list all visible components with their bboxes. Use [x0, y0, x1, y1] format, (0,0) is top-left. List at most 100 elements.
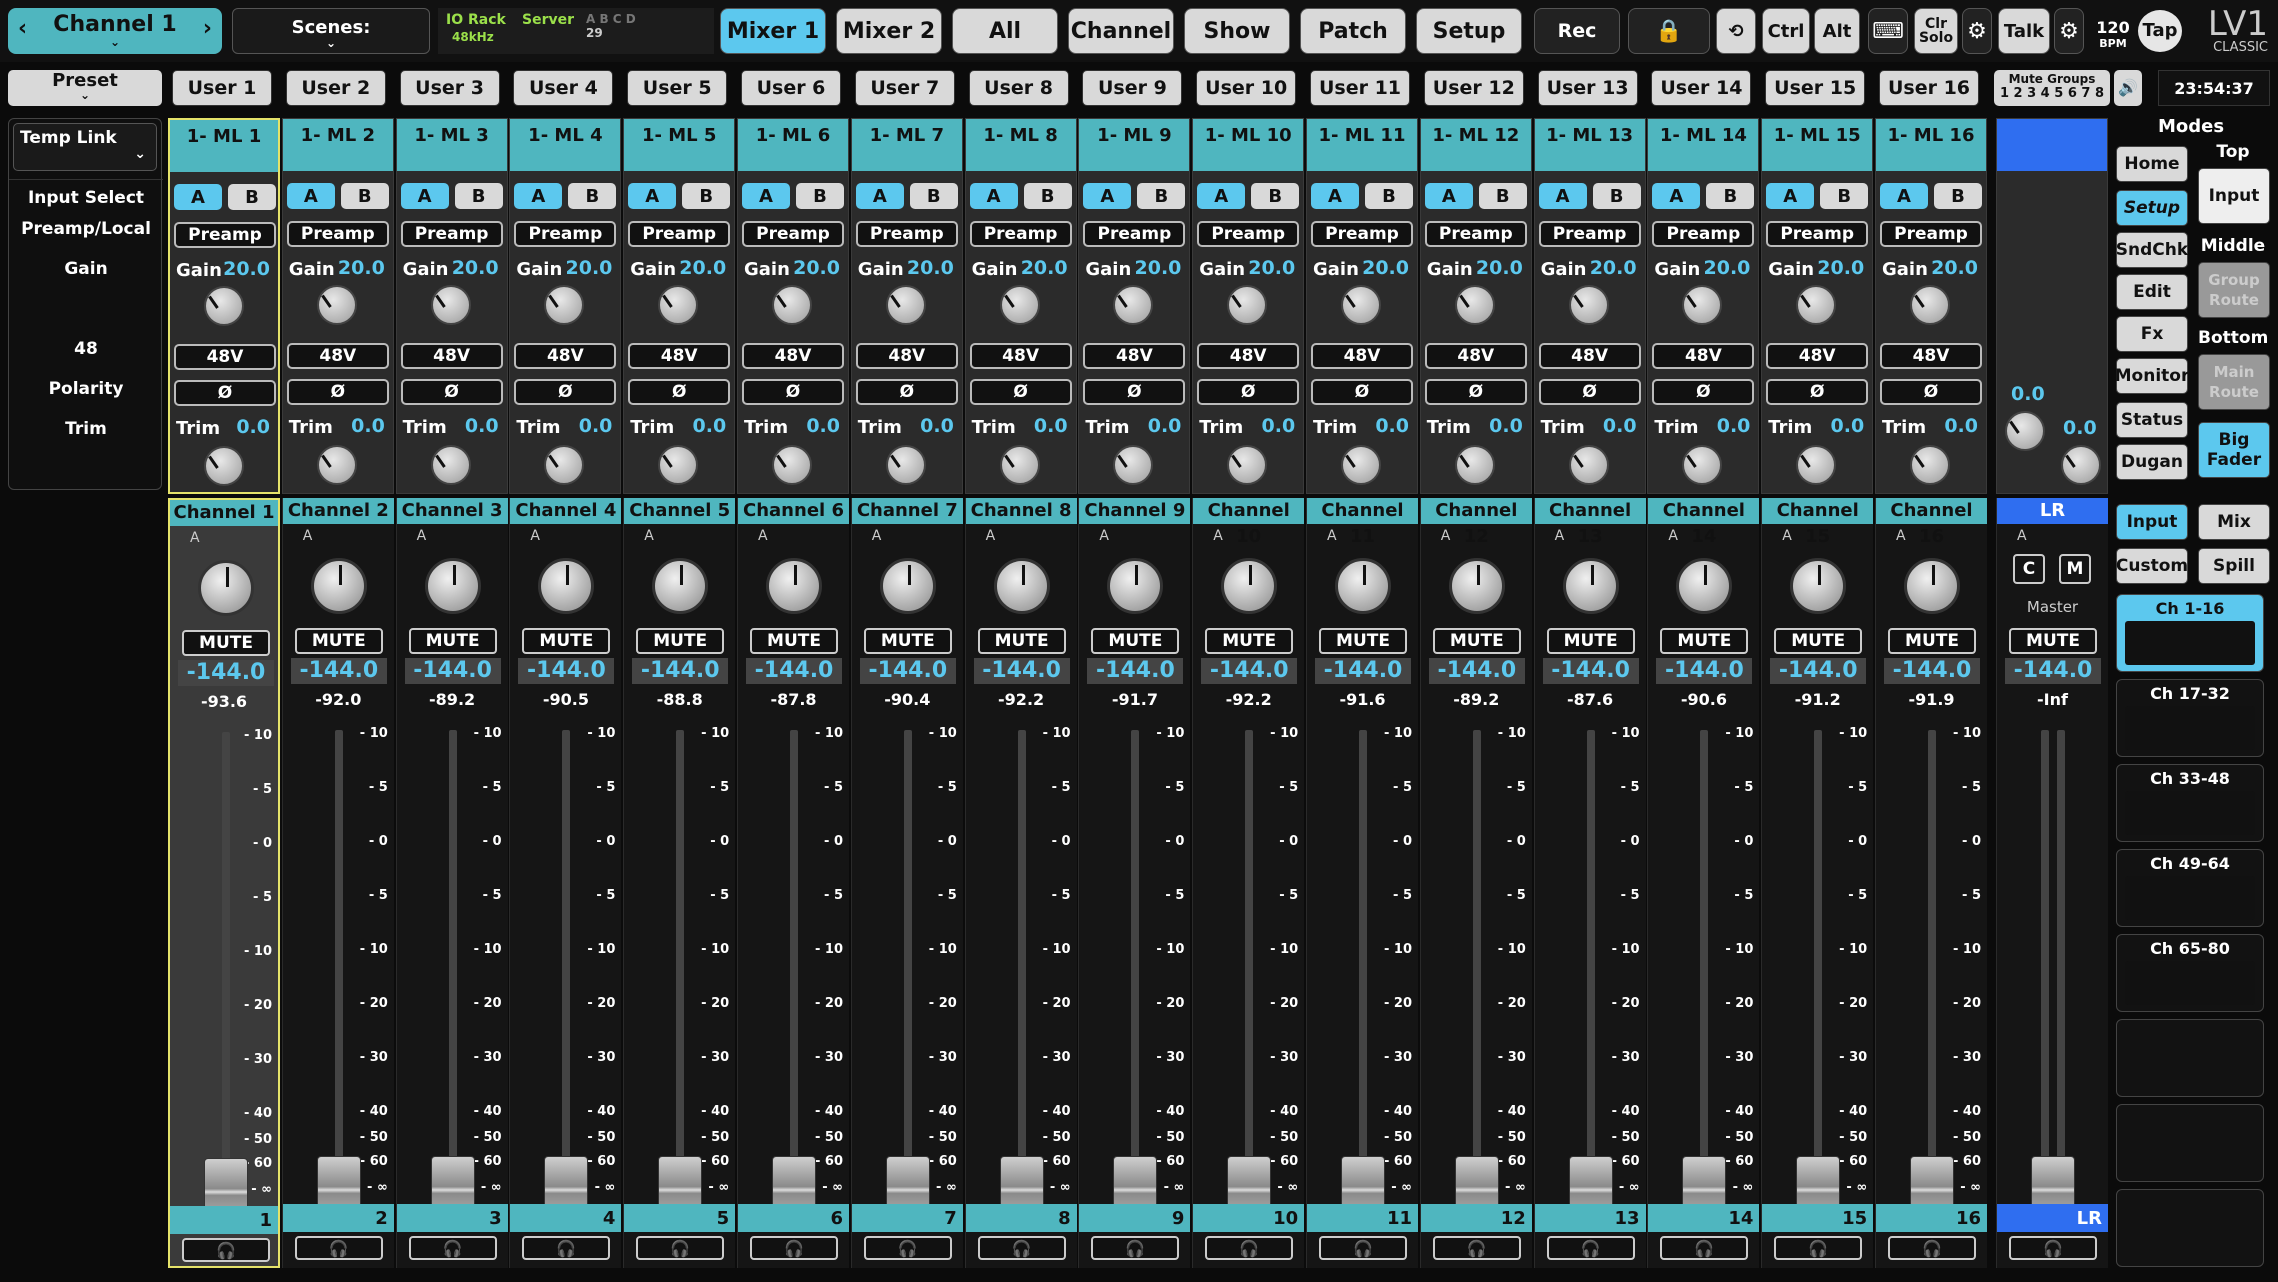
lock-button[interactable]: 🔒 — [1628, 8, 1710, 54]
all-button[interactable]: All — [952, 8, 1058, 54]
scenes-selector[interactable]: Scenes: ⌄ — [232, 8, 430, 54]
input-b-button[interactable]: B — [568, 183, 617, 209]
trim-knob[interactable] — [1227, 445, 1268, 485]
mute-button[interactable]: MUTE — [1432, 628, 1521, 654]
phantom-48v-button[interactable]: 48V — [1197, 343, 1300, 369]
polarity-button[interactable]: Ø — [742, 379, 844, 405]
mute-button[interactable]: MUTE — [1546, 628, 1635, 654]
pan-knob[interactable] — [538, 558, 595, 614]
trim-knob[interactable] — [1910, 445, 1950, 485]
fx-button[interactable]: Fx — [2116, 316, 2188, 352]
bank-button-7[interactable] — [2116, 1104, 2264, 1182]
master-knob-1[interactable] — [2005, 411, 2045, 451]
center-button[interactable]: C — [2013, 554, 2045, 584]
input-a-button[interactable]: A — [1311, 183, 1359, 209]
pan-knob[interactable] — [1562, 558, 1619, 614]
phantom-48v-button[interactable]: 48V — [1311, 343, 1413, 369]
preamp-button[interactable]: Preamp — [1424, 221, 1527, 247]
input-a-button[interactable]: A — [1880, 183, 1928, 209]
input-source[interactable]: 1- ML 1 — [170, 120, 278, 172]
phantom-48v-button[interactable]: 48V — [969, 343, 1072, 369]
user-button-8[interactable]: User 8 — [968, 70, 1069, 106]
gain-knob[interactable] — [1341, 285, 1381, 325]
channel-name[interactable]: Channel 11 — [1307, 498, 1418, 547]
mute-button[interactable]: MUTE — [1774, 628, 1863, 654]
input-a-button[interactable]: A — [628, 183, 677, 209]
mute-button[interactable]: MUTE — [1091, 628, 1180, 654]
setup-mode-button[interactable]: Setup — [2116, 190, 2188, 226]
input-a-button[interactable]: A — [742, 183, 790, 209]
preamp-button[interactable]: Preamp — [742, 221, 844, 247]
trim-knob[interactable] — [1568, 445, 1609, 485]
preamp-button[interactable]: Preamp — [1083, 221, 1186, 247]
monitor-button[interactable]: Monitor — [2115, 358, 2189, 394]
pan-knob[interactable] — [1790, 558, 1847, 614]
channel-name[interactable]: Channel 8 — [965, 498, 1077, 524]
preamp-button[interactable]: Preamp — [628, 221, 731, 247]
tap-button[interactable]: Tap — [2138, 10, 2182, 52]
gain-knob[interactable] — [1796, 285, 1837, 325]
mute-button[interactable]: MUTE — [750, 628, 838, 654]
gain-knob[interactable] — [430, 285, 471, 325]
pan-knob[interactable] — [310, 558, 367, 614]
patch-button[interactable]: Patch — [1300, 8, 1406, 54]
pan-knob[interactable] — [1221, 558, 1278, 614]
headphones-button[interactable]: 🎧 — [1205, 1236, 1294, 1260]
user-button-9[interactable]: User 9 — [1082, 70, 1183, 106]
input-b-button[interactable]: B — [1478, 183, 1527, 209]
gain-knob[interactable] — [316, 285, 357, 325]
channel-name[interactable]: Channel 12 — [1420, 498, 1532, 547]
temp-link-selector[interactable]: Temp Link ⌄ — [13, 123, 157, 171]
input-layer-button[interactable]: Input — [2116, 504, 2188, 540]
home-button[interactable]: Home — [2116, 146, 2188, 182]
channel-name[interactable]: Channel 1 — [170, 500, 278, 526]
mute-button[interactable]: MUTE — [182, 630, 270, 656]
pan-knob[interactable] — [993, 558, 1050, 614]
input-a-button[interactable]: A — [400, 183, 449, 209]
mute-groups[interactable]: Mute Groups 1 2 3 4 5 6 7 8 — [1994, 70, 2110, 106]
channel-selector[interactable]: ‹ Channel 1 › ⌄ — [8, 8, 222, 54]
clear-solo-button[interactable]: Clr Solo — [1914, 8, 1958, 54]
gain-knob[interactable] — [658, 285, 699, 325]
trim-knob[interactable] — [1796, 445, 1837, 485]
phantom-48v-button[interactable]: 48V — [1880, 343, 1982, 369]
pan-knob[interactable] — [652, 558, 709, 614]
polarity-button[interactable]: Ø — [1197, 379, 1300, 405]
headphones-button[interactable]: 🎧 — [1546, 1236, 1635, 1260]
channel-name[interactable]: Channel 4 — [510, 498, 622, 524]
mute-button[interactable]: MUTE — [977, 628, 1066, 654]
input-b-button[interactable]: B — [1137, 183, 1186, 209]
phantom-48v-button[interactable]: 48V — [286, 343, 389, 369]
polarity-button[interactable]: Ø — [1083, 379, 1186, 405]
polarity-button[interactable]: Ø — [514, 379, 617, 405]
mixer-2-button[interactable]: Mixer 2 — [836, 8, 942, 54]
input-source[interactable]: 1- ML 13 — [1534, 119, 1645, 171]
input-source[interactable]: 1- ML 3 — [396, 119, 507, 171]
pan-knob[interactable] — [1448, 558, 1505, 614]
input-source[interactable]: 1- ML 14 — [1648, 119, 1759, 171]
gain-knob[interactable] — [885, 285, 926, 325]
headphones-button[interactable]: 🎧 — [977, 1236, 1066, 1260]
input-b-button[interactable]: B — [682, 183, 731, 209]
polarity-button[interactable]: Ø — [969, 379, 1072, 405]
mute-button[interactable]: MUTE — [863, 628, 952, 654]
input-source[interactable]: 1- ML 2 — [282, 119, 393, 171]
trim-knob[interactable] — [1113, 445, 1154, 485]
trim-knob[interactable] — [1454, 445, 1495, 485]
trim-knob[interactable] — [1682, 445, 1723, 485]
gain-knob[interactable] — [1682, 285, 1723, 325]
headphones-button[interactable]: 🎧 — [863, 1236, 952, 1260]
custom-layer-button[interactable]: Custom — [2116, 548, 2188, 584]
polarity-button[interactable]: Ø — [1880, 379, 1982, 405]
input-b-button[interactable]: B — [1023, 183, 1072, 209]
user-button-11[interactable]: User 11 — [1310, 70, 1410, 106]
sndchk-button[interactable]: SndChk — [2116, 232, 2188, 268]
input-source[interactable]: 1- ML 8 — [965, 119, 1076, 171]
trim-knob[interactable] — [885, 445, 926, 485]
gain-knob[interactable] — [1227, 285, 1268, 325]
mix-layer-button[interactable]: Mix — [2198, 504, 2270, 540]
headphones-button[interactable]: 🎧 — [408, 1236, 497, 1260]
user-button-5[interactable]: User 5 — [627, 70, 728, 106]
input-a-button[interactable]: A — [1424, 183, 1473, 209]
polarity-button[interactable]: Ø — [174, 380, 276, 406]
